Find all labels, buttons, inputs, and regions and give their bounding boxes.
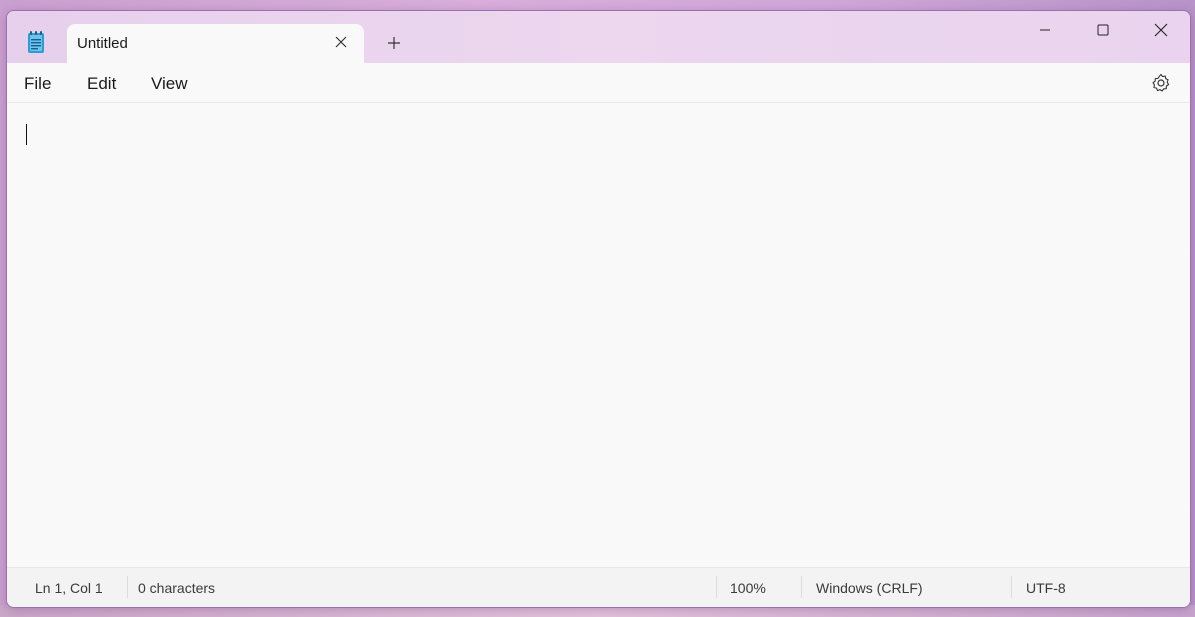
tab-title: Untitled	[77, 35, 128, 52]
status-zoom[interactable]: 100%	[730, 580, 766, 596]
close-icon[interactable]	[1132, 11, 1190, 49]
status-bar: Ln 1, Col 1 0 characters 100% Windows (C…	[7, 567, 1190, 607]
menu-view[interactable]: View	[151, 74, 188, 94]
minimize-icon[interactable]	[1016, 11, 1074, 49]
status-line-ending[interactable]: Windows (CRLF)	[816, 580, 923, 596]
menu-file[interactable]: File	[24, 74, 51, 94]
title-bar[interactable]: Untitled	[7, 11, 1190, 63]
window-controls	[1016, 11, 1190, 49]
status-characters: 0 characters	[138, 580, 216, 596]
status-position: Ln 1, Col 1	[35, 580, 103, 596]
notepad-window: Untitled File Edit View Ln 1, Col 1 0 ch…	[6, 10, 1191, 608]
status-divider	[1011, 576, 1012, 598]
menu-edit[interactable]: Edit	[87, 74, 116, 94]
plus-icon[interactable]	[383, 32, 405, 54]
close-icon[interactable]	[332, 33, 350, 51]
tab-untitled[interactable]: Untitled	[67, 24, 364, 63]
maximize-icon[interactable]	[1074, 11, 1132, 49]
status-encoding[interactable]: UTF-8	[1026, 580, 1066, 596]
status-divider	[801, 576, 802, 598]
gear-icon[interactable]	[1150, 72, 1172, 94]
menu-bar: File Edit View	[7, 63, 1190, 103]
notepad-icon	[26, 30, 46, 54]
text-caret	[26, 124, 27, 145]
text-editor[interactable]	[7, 103, 1190, 567]
status-divider	[716, 576, 717, 598]
status-divider	[127, 576, 128, 598]
